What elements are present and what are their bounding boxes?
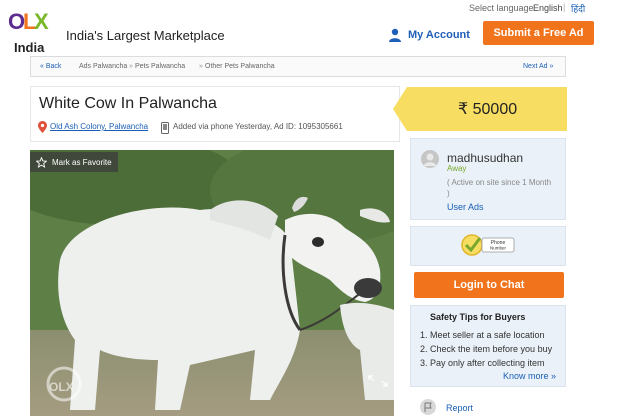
price-value: ₹ 50000 <box>458 101 518 118</box>
seller-avatar <box>421 150 439 168</box>
logo-country-label: India <box>14 40 45 55</box>
breadcrumb-item-pets[interactable]: Pets Palwancha <box>135 63 185 70</box>
mark-favorite-button[interactable]: Mark as Favorite <box>30 152 118 172</box>
safety-tip: 1. Meet seller at a safe location <box>420 330 545 340</box>
safety-tips-title: Safety Tips for Buyers <box>430 312 526 322</box>
safety-tips-list: 1. Meet seller at a safe location 2. Che… <box>420 328 552 370</box>
seller-name: madhusudhan <box>447 151 524 165</box>
breadcrumb-separator: » <box>129 63 133 70</box>
safety-tip: 2. Check the item before you buy <box>420 344 553 354</box>
language-english-link[interactable]: English <box>533 3 563 13</box>
user-icon <box>389 28 401 42</box>
breadcrumb-item-other-pets[interactable]: Other Pets Palwancha <box>205 63 275 70</box>
olx-watermark: OLX <box>49 380 74 394</box>
know-more-link[interactable]: Know more » <box>503 371 556 381</box>
seller-active-since: ( Active on site since 1 Month ) <box>447 178 552 198</box>
my-account-label: My Account <box>408 29 470 41</box>
star-icon <box>36 156 47 168</box>
user-ads-link[interactable]: User Ads <box>447 202 484 212</box>
report-link[interactable]: Report <box>446 403 473 413</box>
safety-tip: 3. Pay only after collecting item <box>420 358 545 368</box>
my-account-link[interactable]: My Account <box>388 26 470 44</box>
ad-location-link[interactable]: Old Ash Colony, Palwancha <box>50 122 148 131</box>
language-hindi-link[interactable]: हिंदी <box>571 2 585 15</box>
login-to-chat-button[interactable]: Login to Chat <box>414 272 564 298</box>
breadcrumb-item-ads[interactable]: Ads Palwancha <box>79 63 127 70</box>
breadcrumb-separator: » <box>199 63 203 70</box>
olx-logo[interactable]: O L X <box>6 4 50 38</box>
language-separator: | <box>563 2 566 12</box>
svg-text:Number: Number <box>490 246 507 251</box>
svg-text:X: X <box>34 9 49 34</box>
select-language-label: Select language <box>469 3 534 13</box>
report-flag-icon[interactable] <box>420 399 436 415</box>
ad-title: White Cow In Palwancha <box>39 95 217 112</box>
next-ad-link[interactable]: Next Ad » <box>523 63 553 70</box>
phone-icon <box>161 121 169 139</box>
ad-meta-info: Added via phone Yesterday, Ad ID: 109530… <box>173 122 343 131</box>
ad-photo[interactable] <box>30 150 394 416</box>
phone-verified-badge-icon: Phone Number <box>460 232 516 263</box>
mark-favorite-label: Mark as Favorite <box>52 157 112 167</box>
expand-icon[interactable] <box>368 374 388 392</box>
site-tagline: India's Largest Marketplace <box>66 28 225 43</box>
back-link[interactable]: « Back <box>40 63 61 70</box>
submit-free-ad-button[interactable]: Submit a Free Ad <box>483 21 594 45</box>
breadcrumb: « Back Ads Palwancha » Pets Palwancha » … <box>30 56 566 77</box>
seller-status: Away <box>447 164 467 173</box>
location-pin-icon <box>38 120 47 138</box>
